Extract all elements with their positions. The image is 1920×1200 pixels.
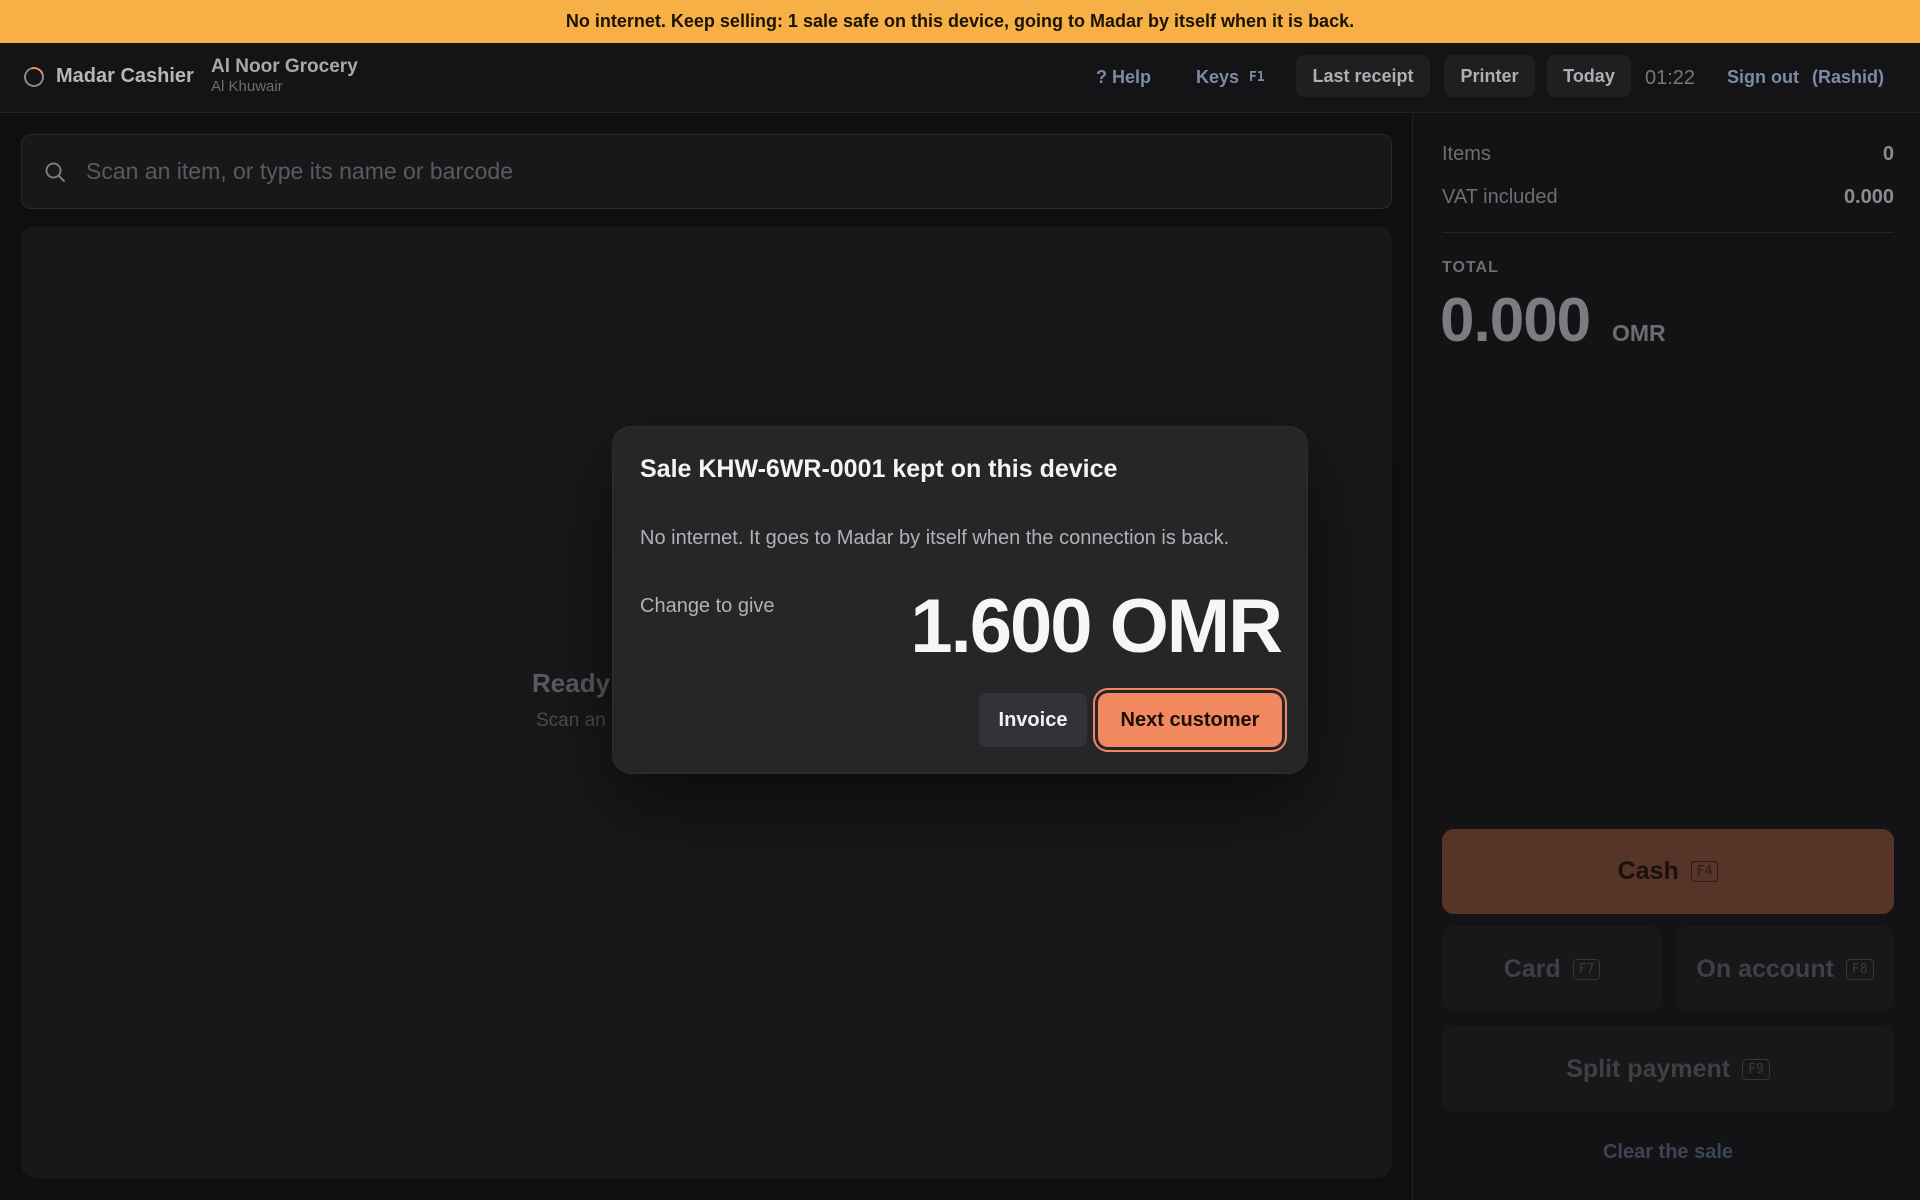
store-info: Al Noor Grocery Al Khuwair [211, 56, 358, 95]
store-branch: Al Khuwair [211, 78, 283, 95]
app-name: Madar Cashier [56, 65, 194, 87]
keys-shortcut: F1 [1249, 70, 1265, 85]
vat-row: VAT included 0.000 [1442, 186, 1894, 209]
on-account-button[interactable]: On account F8 [1676, 926, 1894, 1012]
sale-saved-dialog: Sale KHW-6WR-0001 kept on this device No… [613, 427, 1307, 773]
next-customer-button[interactable]: Next customer [1098, 693, 1282, 747]
on-account-label: On account [1696, 954, 1834, 983]
cart-empty-title: Ready [532, 668, 611, 698]
cash-button[interactable]: Cash F4 [1442, 829, 1894, 914]
clock: 01:22 [1645, 67, 1696, 89]
vat-value: 0.000 [1843, 186, 1894, 208]
search-icon [45, 162, 65, 182]
today-button[interactable]: Today [1547, 55, 1631, 97]
offline-banner-text: No internet. Keep selling: 1 sale safe o… [565, 11, 1355, 31]
keys-link[interactable]: Keys F1 [1196, 67, 1265, 88]
split-payment-label: Split payment [1566, 1054, 1731, 1083]
top-bar: Madar Cashier Al Noor Grocery Al Khuwair… [0, 43, 1920, 113]
help-link[interactable]: ? Help [1096, 67, 1151, 88]
sign-out-label: Sign out [1727, 67, 1799, 87]
brand: Madar Cashier [20, 62, 194, 91]
split-payment-button[interactable]: Split payment F9 [1442, 1026, 1894, 1112]
total-amount: 0.000 [1440, 286, 1591, 355]
cart-empty-subtitle: Scan an [536, 710, 606, 731]
on-account-shortcut: F8 [1845, 958, 1874, 980]
current-user: (Rashid) [1812, 67, 1884, 87]
card-button[interactable]: Card F7 [1442, 926, 1662, 1012]
dialog-title: Sale KHW-6WR-0001 kept on this device [640, 455, 1118, 483]
card-shortcut: F7 [1572, 958, 1601, 980]
card-label: Card [1503, 954, 1561, 983]
sale-summary: Items 0 VAT included 0.000 TOTAL 0.000 O… [1412, 113, 1920, 1200]
split-payment-shortcut: F9 [1742, 1058, 1770, 1080]
sign-out-link[interactable]: Sign out (Rashid) [1727, 67, 1884, 88]
cash-label: Cash [1617, 857, 1679, 885]
change-label: Change to give [640, 595, 775, 617]
total-label: TOTAL [1442, 259, 1499, 276]
clear-sale-link[interactable]: Clear the sale [1442, 1141, 1894, 1164]
search-bar [21, 134, 1392, 209]
vat-label: VAT included [1442, 186, 1558, 208]
store-name: Al Noor Grocery [211, 56, 358, 77]
search-input[interactable] [86, 135, 1376, 208]
total-currency: OMR [1612, 320, 1666, 346]
brand-logo-icon [20, 62, 48, 91]
printer-button[interactable]: Printer [1444, 55, 1535, 97]
items-label: Items [1442, 143, 1491, 165]
cash-shortcut: F4 [1690, 861, 1719, 882]
dialog-message: No internet. It goes to Madar by itself … [640, 527, 1230, 549]
offline-banner: No internet. Keep selling: 1 sale safe o… [0, 0, 1920, 43]
last-receipt-button[interactable]: Last receipt [1296, 55, 1430, 97]
items-value: 0 [1882, 143, 1894, 165]
keys-label: Keys [1196, 67, 1240, 87]
summary-divider [1442, 232, 1894, 233]
invoice-button[interactable]: Invoice [979, 693, 1087, 747]
items-row: Items 0 [1442, 143, 1894, 166]
change-amount: 1.600 OMR [910, 584, 1283, 669]
